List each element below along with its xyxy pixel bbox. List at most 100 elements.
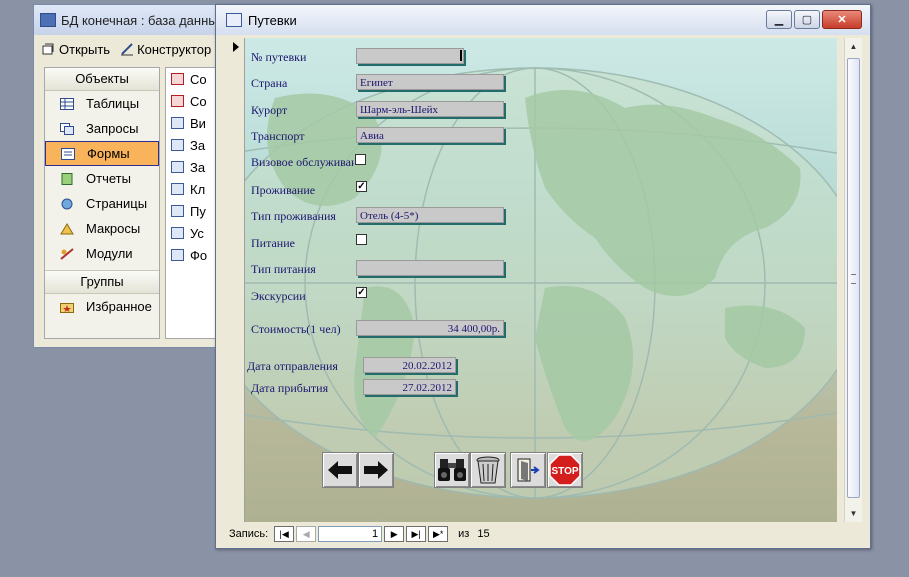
close-form-button[interactable] [510, 452, 546, 488]
new-record-button[interactable]: ▶* [428, 526, 449, 542]
object-queries[interactable]: Запросы [45, 116, 159, 141]
meals-checkbox[interactable] [356, 234, 367, 245]
report-icon [61, 172, 73, 185]
last-record-button[interactable]: ▶| [406, 526, 427, 542]
arrival-date-field[interactable]: 27.02.2012 [363, 379, 456, 395]
transport-label: Транспорт [251, 129, 305, 143]
stop-sign-text: STOP [551, 466, 578, 477]
objects-header[interactable]: Объекты [45, 68, 159, 91]
record-selector[interactable] [229, 38, 245, 522]
new-record-icon: ▶* [432, 528, 444, 539]
designer-icon [121, 43, 134, 56]
database-window-titlebar[interactable]: БД конечная : база данных ( [34, 5, 232, 35]
create-form-icon [171, 73, 184, 85]
group-favorites[interactable]: Избранное [45, 294, 159, 319]
scroll-grip-icon [851, 274, 856, 284]
exit-door-icon [517, 458, 540, 482]
designer-label: Конструктор [137, 41, 212, 57]
close-button[interactable]: ✕ [822, 10, 862, 29]
voucher-no-field[interactable] [356, 48, 464, 64]
record-number-input[interactable]: 1 [318, 526, 383, 542]
record-label: Запись: [229, 528, 269, 540]
previous-record-button[interactable] [322, 452, 358, 488]
first-record-icon: |◀ [279, 528, 289, 539]
next-record-nav-button[interactable]: ▶ [384, 526, 405, 542]
object-tables[interactable]: Таблицы [45, 91, 159, 116]
form-icon [61, 147, 75, 160]
scroll-up-icon[interactable]: ▲ [845, 38, 862, 55]
accommodation-type-field[interactable]: Отель (4-5*) [356, 207, 504, 223]
objects-panel: Объекты Таблицы Запросы Формы Отчеты Стр… [44, 67, 160, 339]
country-field[interactable]: Египет [356, 74, 504, 90]
arrow-left-icon [328, 461, 352, 479]
object-macros[interactable]: Макросы [45, 216, 159, 241]
group-favorites-label: Избранное [86, 299, 152, 314]
visa-label: Визовое обслуживание [251, 155, 354, 169]
query-icon [60, 122, 74, 135]
globe-background-image [245, 67, 837, 499]
database-window: БД конечная : база данных ( Открыть Конс… [33, 4, 233, 348]
designer-button[interactable]: Конструктор [120, 42, 211, 57]
accommodation-label: Проживание [251, 183, 316, 197]
next-record-button[interactable] [358, 452, 394, 488]
form-detail-area: № путевки Страна Египет Курорт Шарм-эль-… [245, 38, 837, 522]
of-label: из [458, 528, 470, 540]
form-icon [171, 205, 184, 217]
form-icon [171, 183, 184, 195]
country-label: Страна [251, 76, 288, 90]
form-window-titlebar[interactable]: Путевки ▁ ▢ ✕ [216, 5, 870, 35]
object-reports[interactable]: Отчеты [45, 166, 159, 191]
vertical-scrollbar[interactable]: ▲ ▼ [844, 38, 862, 522]
record-navigation-bar: Запись: |◀ ◀ 1 ▶ ▶| ▶* из 15 [229, 523, 490, 545]
object-pages[interactable]: Страницы [45, 191, 159, 216]
form-window-title: Путевки [248, 12, 297, 28]
minimize-icon: ▁ [774, 14, 784, 26]
cost-field[interactable]: 34 400,00р. [356, 320, 504, 336]
object-macros-label: Макросы [86, 221, 141, 236]
object-modules[interactable]: Модули [45, 241, 159, 266]
binoculars-icon [438, 459, 466, 481]
maximize-button[interactable]: ▢ [794, 10, 820, 29]
form-icon [226, 13, 242, 27]
accommodation-type-label: Тип проживания [251, 209, 336, 223]
arrow-right-icon [364, 461, 388, 479]
object-queries-label: Запросы [86, 121, 139, 136]
prev-record-nav-button[interactable]: ◀ [296, 526, 317, 542]
module-icon [60, 247, 74, 260]
table-icon [60, 97, 74, 110]
meal-type-label: Тип питания [251, 262, 316, 276]
find-record-button[interactable] [434, 452, 470, 488]
departure-date-field[interactable]: 20.02.2012 [363, 357, 456, 373]
trash-icon [476, 456, 500, 484]
object-tables-label: Таблицы [86, 96, 140, 111]
form-icon [171, 249, 184, 261]
excursions-checkbox[interactable]: ✓ [356, 287, 367, 298]
form-window: Путевки ▁ ▢ ✕ № путевки Страна Египет Ку… [215, 4, 871, 549]
database-toolbar: Открыть Конструктор [34, 35, 232, 63]
current-record-arrow-icon [233, 42, 239, 52]
scroll-down-icon[interactable]: ▼ [845, 505, 862, 522]
departure-date-label: Дата отправления [247, 359, 338, 373]
total-records: 15 [477, 528, 490, 540]
first-record-button[interactable]: |◀ [274, 526, 295, 542]
resort-label: Курорт [251, 103, 288, 117]
groups-header[interactable]: Группы [45, 270, 159, 294]
cost-label: Стоимость(1 чел) [251, 322, 341, 336]
meal-type-field[interactable] [356, 260, 504, 276]
accommodation-checkbox[interactable]: ✓ [356, 181, 367, 192]
transport-field[interactable]: Авиа [356, 127, 504, 143]
create-form-wizard-icon [171, 95, 184, 107]
object-forms[interactable]: Формы [45, 141, 159, 166]
meals-label: Питание [251, 236, 295, 250]
open-button[interactable]: Открыть [42, 42, 110, 57]
form-icon [171, 139, 184, 151]
resort-field[interactable]: Шарм-эль-Шейх [356, 101, 504, 117]
minimize-button[interactable]: ▁ [766, 10, 792, 29]
last-record-icon: ▶| [411, 528, 421, 539]
database-window-title: БД конечная : база данных ( [61, 12, 232, 28]
delete-record-button[interactable] [470, 452, 506, 488]
form-icon [171, 227, 184, 239]
stop-sign-icon: STOP [549, 454, 581, 486]
visa-checkbox[interactable] [355, 154, 366, 165]
stop-button[interactable]: STOP [547, 452, 583, 488]
